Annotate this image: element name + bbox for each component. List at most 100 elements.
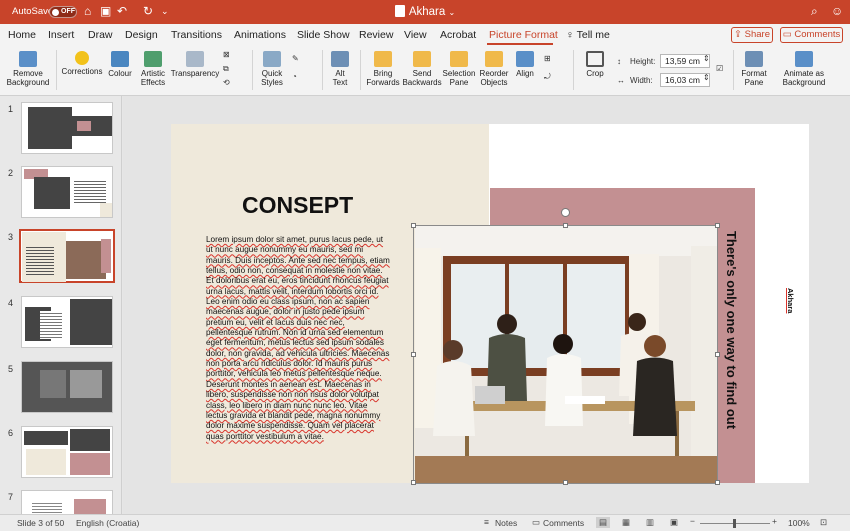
resize-handle[interactable] bbox=[411, 223, 416, 228]
vertical-quote[interactable]: There's only one way to find out bbox=[714, 200, 764, 460]
tab-review[interactable]: Review bbox=[359, 29, 393, 41]
corrections-button[interactable]: Corrections bbox=[60, 51, 104, 76]
comments-status-button[interactable]: Comments bbox=[543, 518, 584, 528]
artistic-label1: Artistic bbox=[141, 69, 165, 78]
fit-to-window-icon[interactable]: ⊡ bbox=[820, 517, 827, 528]
notes-button[interactable]: Notes bbox=[495, 518, 517, 528]
comments-status-icon[interactable]: ▭ bbox=[532, 517, 540, 528]
height-icon: ↕ bbox=[617, 57, 621, 66]
align-button[interactable]: Align bbox=[512, 51, 538, 78]
height-label: Height: bbox=[630, 57, 656, 66]
slide-title[interactable]: CONSEPT bbox=[242, 192, 353, 219]
format-pane-button[interactable]: Format Pane bbox=[738, 51, 770, 87]
tab-insert[interactable]: Insert bbox=[48, 29, 74, 41]
slide-thumbnail-5[interactable] bbox=[21, 361, 113, 413]
crop-label: Crop bbox=[586, 69, 604, 78]
tab-acrobat[interactable]: Acrobat bbox=[440, 29, 476, 41]
slide-number: 1 bbox=[8, 104, 14, 114]
slide-thumbnail-6[interactable] bbox=[21, 426, 113, 478]
current-slide[interactable]: CONSEPT Lorem ipsum dolor sit amet, puru… bbox=[171, 124, 809, 483]
rotate-handle-icon[interactable] bbox=[561, 208, 570, 217]
compress-icon[interactable]: ⊠ bbox=[223, 50, 230, 59]
vertical-brand[interactable]: Akhara bbox=[786, 288, 795, 313]
resize-handle[interactable] bbox=[411, 352, 416, 357]
format-pane-icon bbox=[745, 51, 763, 67]
crop-button[interactable]: Crop bbox=[580, 51, 610, 78]
remove-background-button[interactable]: Remove Background bbox=[6, 51, 50, 87]
slide-sorter-icon[interactable]: ▦ bbox=[622, 517, 630, 528]
body-text[interactable]: Lorem ipsum dolor sit amet, purus lacus … bbox=[206, 235, 390, 442]
height-stepper[interactable]: ⇕ bbox=[703, 54, 710, 63]
slide-thumbnail-3[interactable] bbox=[19, 229, 115, 283]
picture-border-icon[interactable]: ✎ bbox=[292, 54, 299, 63]
colour-label: Colour bbox=[108, 69, 132, 78]
quick-styles-button[interactable]: Quick Styles bbox=[256, 51, 288, 87]
profile-icon[interactable]: ☺ bbox=[831, 4, 843, 18]
slide-thumbnail-1[interactable] bbox=[21, 102, 113, 154]
title-chevron-icon[interactable]: ⌄ bbox=[448, 8, 455, 17]
divider bbox=[56, 50, 57, 90]
rotate-icon[interactable]: ⤾ bbox=[544, 72, 551, 82]
remove-bg-label1: Remove bbox=[13, 69, 43, 78]
tab-design[interactable]: Design bbox=[125, 29, 158, 41]
reset-picture-icon[interactable]: ⟲ bbox=[223, 78, 230, 87]
crop-icon bbox=[586, 51, 604, 67]
language-indicator[interactable]: English (Croatia) bbox=[76, 518, 139, 528]
quick-styles-label1: Quick bbox=[261, 69, 283, 78]
lock-aspect-checkbox[interactable]: ☑ bbox=[716, 64, 723, 73]
slide-thumbnail-2[interactable] bbox=[21, 166, 113, 218]
slide-thumbnail-7[interactable] bbox=[21, 490, 113, 514]
width-stepper[interactable]: ⇕ bbox=[703, 73, 710, 82]
alt-text-button[interactable]: Alt Text bbox=[326, 51, 354, 87]
tab-slide-show[interactable]: Slide Show bbox=[297, 29, 350, 41]
normal-view-icon[interactable]: ▤ bbox=[596, 517, 611, 528]
send-backwards-button[interactable]: Send Backwards bbox=[402, 51, 442, 87]
reorder-objects-button[interactable]: Reorder Objects bbox=[477, 51, 511, 87]
tab-picture-format[interactable]: Picture Format bbox=[489, 29, 558, 41]
resize-handle[interactable] bbox=[715, 223, 720, 228]
selection-pane-button[interactable]: Selection Pane bbox=[442, 51, 476, 87]
transparency-button[interactable]: Transparency bbox=[170, 51, 220, 78]
zoom-slider-thumb[interactable] bbox=[733, 519, 736, 528]
send-backwards-icon bbox=[413, 51, 431, 67]
colour-button[interactable]: Colour bbox=[104, 51, 136, 78]
resize-handle[interactable] bbox=[411, 480, 416, 485]
group-icon[interactable]: ⊞ bbox=[544, 54, 551, 63]
tab-draw[interactable]: Draw bbox=[88, 29, 113, 41]
zoom-level[interactable]: 100% bbox=[788, 518, 810, 528]
reading-view-icon[interactable]: ▥ bbox=[646, 517, 654, 528]
resize-handle[interactable] bbox=[563, 480, 568, 485]
change-picture-icon[interactable]: ⧉ bbox=[223, 64, 229, 74]
artistic-effects-button[interactable]: Artistic Effects bbox=[136, 51, 170, 87]
remove-bg-label2: Background bbox=[6, 78, 50, 87]
tab-animations[interactable]: Animations bbox=[234, 29, 286, 41]
bring-label2: Forwards bbox=[366, 78, 400, 87]
tab-transitions[interactable]: Transitions bbox=[171, 29, 222, 41]
align-icon bbox=[516, 51, 534, 67]
comments-button[interactable]: ▭ Comments bbox=[780, 27, 843, 43]
animate-background-button[interactable]: Animate as Background bbox=[778, 51, 830, 87]
tell-me-search[interactable]: ♀ Tell me bbox=[566, 29, 610, 41]
zoom-out-icon[interactable]: − bbox=[690, 516, 695, 526]
slide-thumbnail-4[interactable] bbox=[21, 296, 113, 348]
comments-label: Comments bbox=[794, 29, 841, 40]
resize-handle[interactable] bbox=[715, 480, 720, 485]
ribbon-tabs: Home Insert Draw Design Transitions Animation… bbox=[0, 24, 850, 46]
comment-icon: ▭ bbox=[782, 29, 795, 40]
tab-view[interactable]: View bbox=[404, 29, 427, 41]
share-button[interactable]: ⇪ Share bbox=[731, 27, 773, 43]
divider bbox=[360, 50, 361, 90]
zoom-in-icon[interactable]: + bbox=[772, 516, 777, 526]
bring-forwards-button[interactable]: Bring Forwards bbox=[364, 51, 402, 87]
align-label: Align bbox=[516, 69, 534, 78]
animate-label2: Background bbox=[782, 78, 826, 87]
notes-icon[interactable]: ≡ bbox=[484, 517, 489, 527]
resize-handle[interactable] bbox=[563, 223, 568, 228]
resize-handle[interactable] bbox=[715, 352, 720, 357]
tab-home[interactable]: Home bbox=[8, 29, 36, 41]
search-icon[interactable]: ⌕ bbox=[811, 4, 818, 19]
slideshow-icon[interactable]: ▣ bbox=[670, 517, 678, 528]
photo-illustration bbox=[415, 226, 717, 483]
picture-effects-icon[interactable]: ◔ bbox=[292, 72, 297, 81]
office-team-photo[interactable] bbox=[415, 226, 717, 483]
